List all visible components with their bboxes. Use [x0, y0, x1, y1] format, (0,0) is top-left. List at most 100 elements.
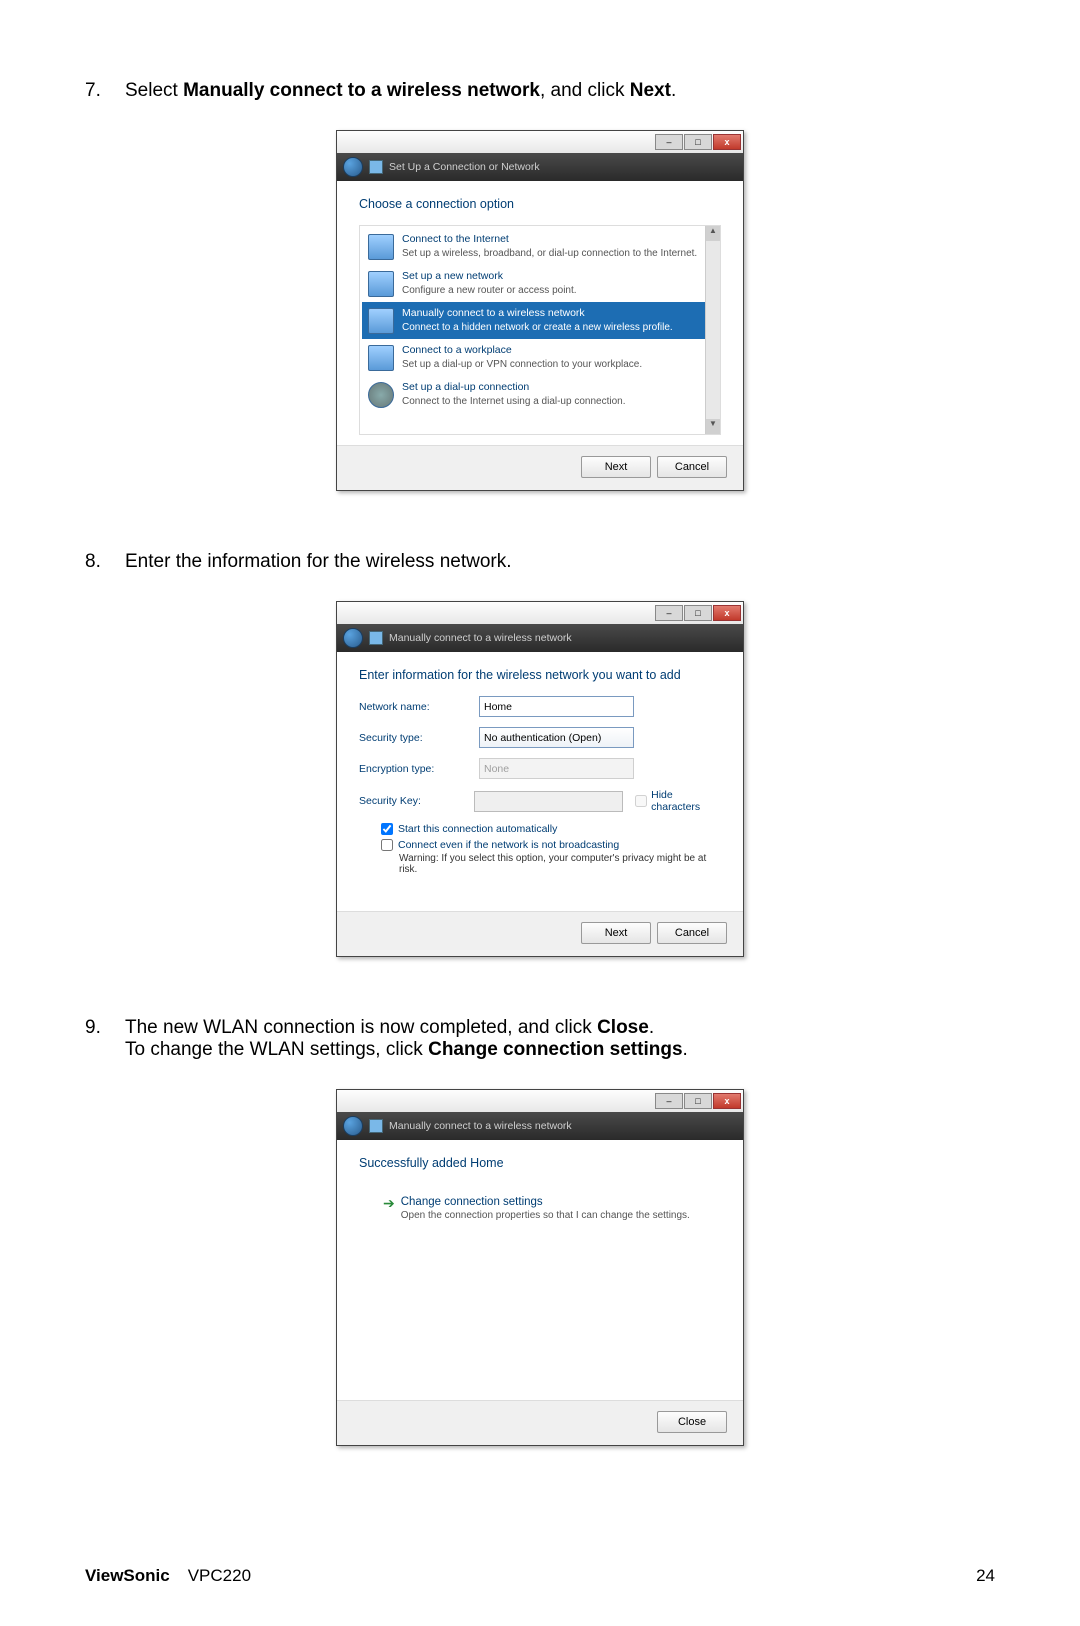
opt-title: Connect to the Internet: [402, 233, 697, 247]
titlebar: – □ x: [337, 131, 743, 153]
step-7: 7. Select Manually connect to a wireless…: [85, 80, 995, 102]
option-list: Connect to the InternetSet up a wireless…: [359, 225, 721, 435]
t: Select: [125, 80, 183, 101]
dialog-header: Manually connect to a wireless network: [337, 624, 743, 652]
t: .: [649, 1017, 654, 1038]
change-desc: Open the connection properties so that I…: [401, 1210, 690, 1221]
step-7-text: Select Manually connect to a wireless ne…: [125, 80, 995, 102]
back-icon[interactable]: [343, 157, 363, 177]
opt-desc: Connect to a hidden network or create a …: [402, 321, 673, 334]
dialog-success: – □ x Manually connect to a wireless net…: [336, 1089, 744, 1446]
minimize-button[interactable]: –: [655, 605, 683, 621]
step-8-text: Enter the information for the wireless n…: [125, 551, 995, 573]
minimize-button[interactable]: –: [655, 1093, 683, 1109]
opt-desc: Set up a dial-up or VPN connection to yo…: [402, 358, 642, 371]
globe-icon: [368, 234, 394, 260]
dialog-choose-connection: – □ x Set Up a Connection or Network Cho…: [336, 130, 744, 491]
wireless-icon: [368, 308, 394, 334]
t-bold: Close: [597, 1017, 649, 1038]
phone-icon: [368, 382, 394, 408]
t-bold: Change connection settings: [428, 1039, 682, 1060]
close-button-footer[interactable]: Close: [657, 1411, 727, 1433]
close-button[interactable]: x: [713, 134, 741, 150]
opt-desc: Connect to the Internet using a dial-up …: [402, 395, 625, 408]
step-8: 8. Enter the information for the wireles…: [85, 551, 995, 573]
security-key-label: Security Key:: [359, 795, 474, 807]
minimize-button[interactable]: –: [655, 134, 683, 150]
option-dialup[interactable]: Set up a dial-up connectionConnect to th…: [362, 376, 718, 413]
back-icon[interactable]: [343, 628, 363, 648]
opt-title: Manually connect to a wireless network: [402, 307, 673, 321]
scrollbar[interactable]: ▲▼: [705, 226, 720, 434]
body-title: Choose a connection option: [359, 197, 721, 211]
building-icon: [368, 345, 394, 371]
close-button[interactable]: x: [713, 1093, 741, 1109]
hide-characters-checkbox: [635, 795, 647, 807]
option-manually-connect[interactable]: Manually connect to a wireless networkCo…: [362, 302, 718, 339]
step-number: 7.: [85, 80, 125, 102]
opt-title: Set up a dial-up connection: [402, 381, 625, 395]
t: The new WLAN connection is now completed…: [125, 1017, 597, 1038]
back-icon[interactable]: [343, 1116, 363, 1136]
option-workplace[interactable]: Connect to a workplaceSet up a dial-up o…: [362, 339, 718, 376]
t: .: [683, 1039, 688, 1060]
wireless-icon: [369, 631, 383, 645]
scroll-up-icon[interactable]: ▲: [706, 226, 720, 241]
connect-hidden-checkbox[interactable]: [381, 839, 393, 851]
option-connect-internet[interactable]: Connect to the InternetSet up a wireless…: [362, 228, 718, 265]
opt-title: Set up a new network: [402, 270, 577, 284]
dialog-body: Choose a connection option Connect to th…: [337, 181, 743, 445]
opt-title: Connect to a workplace: [402, 344, 642, 358]
maximize-button[interactable]: □: [684, 605, 712, 621]
hide-chars-text: Hide characters: [651, 789, 721, 813]
option-new-network[interactable]: Set up a new networkConfigure a new rout…: [362, 265, 718, 302]
dialog-enter-info: – □ x Manually connect to a wireless net…: [336, 601, 744, 957]
dialog-footer: Next Cancel: [337, 911, 743, 956]
page-footer: ViewSonic VPC220 24: [85, 1566, 995, 1586]
start-auto-checkbox[interactable]: [381, 823, 393, 835]
t: .: [671, 80, 676, 101]
page-number: 24: [976, 1566, 995, 1586]
connect-hidden-row[interactable]: Connect even if the network is not broad…: [381, 839, 721, 851]
body-title: Enter information for the wireless netwo…: [359, 668, 721, 682]
start-auto-row[interactable]: Start this connection automatically: [381, 823, 721, 835]
change-settings-link[interactable]: ➔ Change connection settings Open the co…: [379, 1192, 721, 1225]
t: To change the WLAN settings, click: [125, 1039, 428, 1060]
maximize-button[interactable]: □: [684, 1093, 712, 1109]
cancel-button[interactable]: Cancel: [657, 922, 727, 944]
footer-model: VPC220: [188, 1566, 251, 1585]
hide-characters-label[interactable]: Hide characters: [635, 789, 721, 813]
dialog-body: Enter information for the wireless netwo…: [337, 652, 743, 911]
step-number: 8.: [85, 551, 125, 573]
header-title: Manually connect to a wireless network: [389, 1120, 572, 1132]
next-button[interactable]: Next: [581, 922, 651, 944]
warning-text: Warning: If you select this option, your…: [399, 853, 721, 875]
footer-brand: ViewSonic: [85, 1566, 170, 1585]
dialog-header: Set Up a Connection or Network: [337, 153, 743, 181]
connect-hidden-text: Connect even if the network is not broad…: [398, 839, 619, 851]
close-button[interactable]: x: [713, 605, 741, 621]
step-9: 9. The new WLAN connection is now comple…: [85, 1017, 995, 1061]
success-message: Successfully added Home: [359, 1156, 721, 1170]
next-button[interactable]: Next: [581, 456, 651, 478]
security-type-select[interactable]: No authentication (Open): [479, 727, 634, 748]
wireless-icon: [369, 1119, 383, 1133]
maximize-button[interactable]: □: [684, 134, 712, 150]
encryption-type-label: Encryption type:: [359, 763, 479, 775]
dialog-footer: Close: [337, 1400, 743, 1445]
network-name-input[interactable]: [479, 696, 634, 717]
encryption-type-select: None: [479, 758, 634, 779]
header-title: Set Up a Connection or Network: [389, 161, 540, 173]
dialog-header: Manually connect to a wireless network: [337, 1112, 743, 1140]
header-title: Manually connect to a wireless network: [389, 632, 572, 644]
dialog-footer: Next Cancel: [337, 445, 743, 490]
step-number: 9.: [85, 1017, 125, 1061]
t: , and click: [540, 80, 630, 101]
security-type-label: Security type:: [359, 732, 479, 744]
dialog-body: Successfully added Home ➔ Change connect…: [337, 1140, 743, 1400]
start-auto-text: Start this connection automatically: [398, 823, 557, 835]
scroll-down-icon[interactable]: ▼: [706, 419, 720, 434]
titlebar: – □ x: [337, 602, 743, 624]
cancel-button[interactable]: Cancel: [657, 456, 727, 478]
router-icon: [368, 271, 394, 297]
